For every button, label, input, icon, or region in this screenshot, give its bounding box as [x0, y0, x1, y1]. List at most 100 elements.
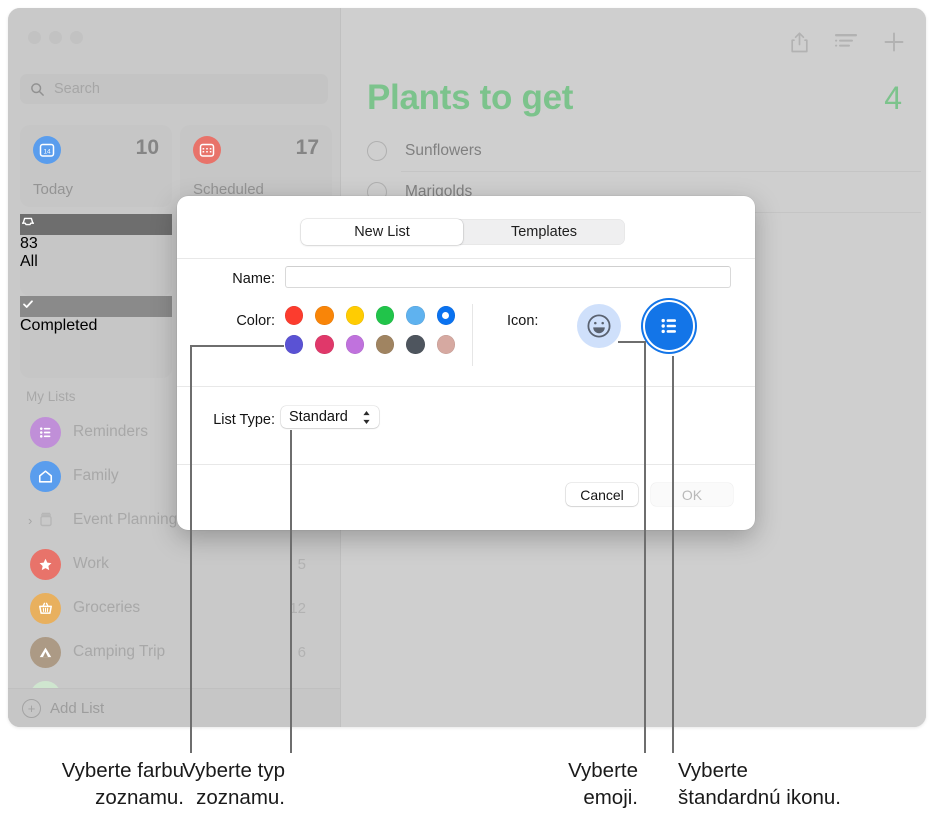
dialog-tabs: New List Templates	[301, 219, 625, 245]
screenshot-stage: Search 14 10 Today 17 Scheduled 83 All C…	[0, 0, 934, 825]
sidebar-item-label: Reminders	[73, 423, 148, 440]
list-icon	[30, 416, 61, 448]
name-input[interactable]	[285, 266, 731, 288]
smart-card-scheduled[interactable]: 17 Scheduled	[180, 125, 332, 207]
sidebar-section-title: My Lists	[26, 389, 76, 404]
window-traffic-lights	[28, 31, 83, 44]
smart-card-label: Completed	[20, 317, 98, 334]
color-swatch-orange[interactable]	[315, 306, 334, 325]
add-reminder-icon[interactable]	[882, 30, 906, 54]
list-view-icon[interactable]	[834, 32, 858, 52]
dialog-divider-middle	[177, 386, 755, 387]
sidebar-item-label: Work	[73, 555, 109, 572]
page-title: Plants to get	[367, 78, 574, 117]
color-swatch-light-blue[interactable]	[406, 306, 425, 325]
smart-card-count: 17	[295, 136, 319, 159]
callout-caption-list-type-line1: Vyberte typ	[182, 759, 285, 782]
task-checkbox[interactable]	[367, 141, 387, 161]
list-type-value: Standard	[289, 409, 348, 425]
callout-caption-list-type: Vyberte typ zoznamu.	[110, 757, 285, 812]
main-toolbar	[789, 30, 906, 54]
smart-card-completed[interactable]: Completed	[20, 296, 172, 378]
callout-caption-standard-icon-line2: štandardnú ikonu.	[678, 786, 841, 810]
task-label: Sunflowers	[405, 142, 482, 159]
color-swatch-brown[interactable]	[375, 335, 395, 354]
color-swatch-row	[285, 306, 455, 325]
callout-line-standard-icon-v	[672, 356, 674, 753]
ok-button[interactable]: OK	[651, 483, 733, 506]
sidebar-item-label: Family	[73, 467, 119, 484]
callout-caption-standard-icon: Vyberte štandardnú ikonu.	[678, 757, 928, 812]
task-row[interactable]: Sunflowers	[367, 141, 926, 161]
search-field[interactable]: Search	[20, 74, 328, 104]
color-swatch-blue-selected[interactable]	[436, 306, 455, 325]
calendar-day-icon: 14	[33, 136, 61, 164]
callout-caption-emoji-line2: emoji.	[583, 786, 638, 810]
smart-card-count: 83	[20, 235, 38, 252]
calendar-icon	[193, 136, 221, 164]
color-swatch-indigo[interactable]	[285, 335, 304, 354]
plus-circle-icon: +	[22, 698, 41, 718]
color-swatch-graphite[interactable]	[406, 335, 425, 354]
dialog-divider-bottom	[177, 464, 755, 465]
new-list-dialog: New List Templates Name: Color: Icon: Li…	[177, 196, 755, 530]
sidebar-item-count: 5	[297, 555, 306, 573]
sidebar-item-label: Event Planning	[73, 511, 178, 528]
color-swatch-row	[285, 335, 455, 354]
color-swatch-yellow[interactable]	[345, 306, 364, 325]
smart-card-label: Today	[33, 181, 74, 198]
callout-line-list-type-v	[290, 430, 292, 753]
callout-line-emoji-v	[644, 341, 646, 753]
sidebar-item-label: Camping Trip	[73, 643, 166, 660]
tab-new-list[interactable]: New List	[301, 219, 463, 245]
search-icon	[31, 82, 44, 96]
zoom-button[interactable]	[70, 31, 83, 44]
add-list-label: Add List	[50, 699, 105, 717]
sidebar-item-count: 6	[297, 643, 306, 661]
chevron-right-icon[interactable]: ›	[28, 513, 32, 528]
list-type-select[interactable]: Standard	[281, 406, 379, 428]
callout-line-color-h	[190, 345, 284, 347]
callout-caption-standard-icon-line1: Vyberte	[678, 759, 748, 782]
callout-caption-list-type-line2: zoznamu.	[196, 786, 285, 810]
basket-icon	[30, 592, 61, 624]
callout-caption-emoji-line1: Vyberte	[568, 759, 638, 782]
sidebar-item-count: 12	[289, 599, 306, 617]
task-separator	[401, 171, 921, 172]
minimize-button[interactable]	[49, 31, 62, 44]
checkmark-icon	[20, 296, 172, 317]
name-label: Name:	[232, 271, 275, 287]
standard-icon-option-selected[interactable]	[645, 302, 693, 350]
svg-text:14: 14	[43, 148, 51, 155]
color-swatch-blush[interactable]	[436, 335, 455, 354]
page-count: 4	[884, 80, 902, 116]
smart-card-all[interactable]: 83 All	[20, 214, 172, 296]
callout-line-color-v	[190, 345, 192, 753]
folder-icon	[30, 505, 61, 536]
tent-icon	[30, 636, 61, 668]
color-label: Color:	[236, 313, 275, 329]
sidebar-item-label: Groceries	[73, 599, 141, 616]
color-swatch-red[interactable]	[285, 306, 304, 325]
smart-card-count: 10	[135, 136, 159, 159]
cancel-button[interactable]: Cancel	[566, 483, 638, 506]
search-placeholder: Search	[54, 81, 100, 97]
emoji-icon-option[interactable]	[577, 304, 621, 348]
callout-caption-emoji: Vyberte emoji.	[470, 757, 638, 812]
color-swatch-pink[interactable]	[315, 335, 334, 354]
close-button[interactable]	[28, 31, 41, 44]
list-type-label: List Type:	[213, 412, 275, 428]
star-icon	[30, 548, 61, 580]
color-swatch-green[interactable]	[375, 306, 395, 325]
tab-templates[interactable]: Templates	[463, 219, 625, 245]
color-swatch-purple[interactable]	[345, 335, 364, 354]
share-icon[interactable]	[789, 31, 810, 54]
dialog-vertical-divider	[472, 304, 473, 366]
color-swatches	[285, 306, 455, 364]
dialog-divider-top	[177, 258, 755, 259]
smart-card-today[interactable]: 14 10 Today	[20, 125, 172, 207]
smart-list-cards: 14 10 Today 17 Scheduled	[20, 125, 332, 207]
house-icon	[30, 460, 61, 492]
emoji-icon	[587, 314, 611, 338]
chevron-up-down-icon	[362, 410, 371, 425]
